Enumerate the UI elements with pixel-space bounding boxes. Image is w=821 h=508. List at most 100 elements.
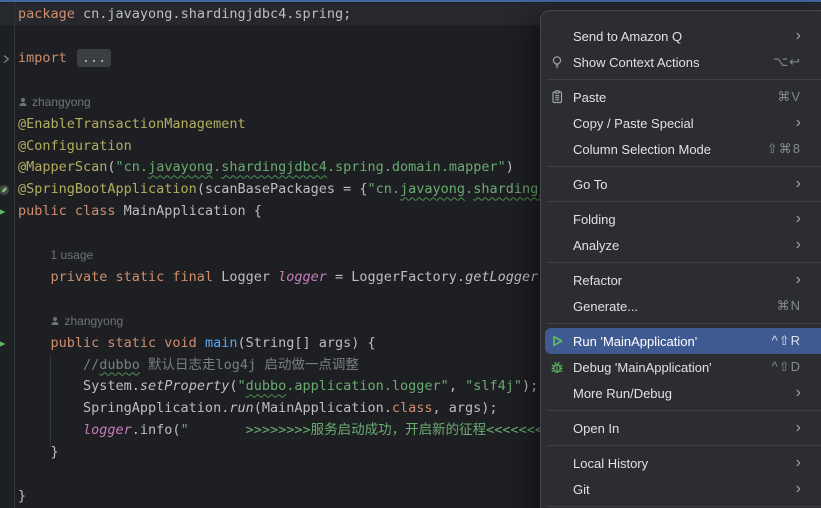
code-token: , args); [433,400,498,416]
code-token: " [237,378,245,394]
code-token: package [18,6,83,22]
submenu-arrow-icon: › [796,211,801,227]
code-token: .info( [132,422,181,438]
submenu-arrow-icon: › [796,481,801,497]
menu-item-paste[interactable]: Paste ⌘V [545,84,821,110]
code-token: shardingjdbc4 [221,159,327,175]
code-line[interactable]: public class MainApplication { [18,200,262,222]
submenu-arrow-icon: › [796,115,801,131]
menu-item-label: More Run/Debug [573,386,784,401]
code-token: , [449,378,465,394]
code-token: (MainApplication. [254,400,392,416]
menu-icon-spacer [549,420,573,436]
spring-boot-icon[interactable] [0,183,11,201]
fold-chevron-icon[interactable] [1,52,11,70]
menu-item-column-selection-mode[interactable]: Column Selection Mode⇧⌘8 [545,136,821,162]
menu-shortcut: ^⇧R [772,333,801,349]
menu-separator [547,201,821,202]
code-line[interactable]: private static final Logger logger = Log… [18,266,546,288]
menu-item-go-to[interactable]: Go To› [545,171,821,197]
menu-item-label: Paste [573,90,765,105]
code-token: } [18,488,26,504]
menu-item-refactor[interactable]: Refactor› [545,267,821,293]
code-token: . [213,159,221,175]
menu-item-run-mainapplication[interactable]: Run 'MainApplication'^⇧R [545,328,821,354]
inlay-hint[interactable]: 1 usage [18,244,93,266]
run-gutter-icon[interactable] [0,337,7,355]
code-token: dubbo [246,378,287,394]
folded-imports-region[interactable]: ... [77,49,111,67]
submenu-arrow-icon: › [796,28,801,44]
menu-item-label: Column Selection Mode [573,142,755,157]
menu-separator [547,262,821,263]
code-token: (scanBasePackages = { [197,181,368,197]
menu-item-copy-paste-special[interactable]: Copy / Paste Special › [545,110,821,136]
menu-item-show-context-actions[interactable]: Show Context Actions⌥↩ [545,49,821,75]
code-token: (String[] args) { [237,335,375,351]
menu-item-folding[interactable]: Folding › [545,206,821,232]
code-line[interactable]: //dubbo 默认日志走log4j 启动做一点调整 [18,354,359,376]
code-token: cn.javayong.shardingjdbc4.spring; [83,6,351,22]
code-line[interactable]: package cn.javayong.shardingjdbc4.spring… [18,3,351,25]
code-token: getLogger [465,269,538,285]
menu-item-more-run-debug[interactable]: More Run/Debug › [545,380,821,406]
code-token: javayong [400,181,465,197]
code-line[interactable]: } [18,441,59,463]
menu-item-label: Folding [573,212,784,227]
menu-shortcut: ^⇧D [772,359,801,375]
editor-context-menu: Send to Amazon Q › Show Context Actions⌥↩ P… [540,10,821,508]
menu-item-generate[interactable]: Generate...⌘N [545,293,821,319]
code-token: ); [522,378,538,394]
menu-item-debug-mainapplication[interactable]: Debug 'MainApplication'^⇧D [545,354,821,380]
code-line[interactable]: import ... [18,47,111,69]
inlay-hint[interactable]: zhangyong [18,310,123,332]
menu-shortcut: ⌘V [777,89,801,105]
code-line[interactable]: System.setProperty("dubbo.application.lo… [18,375,538,397]
lightbulb-icon [549,54,573,70]
debug-icon [549,359,573,375]
menu-separator [547,445,821,446]
code-line[interactable]: } [18,485,26,507]
menu-icon-spacer [549,237,573,253]
code-token: class [392,400,433,416]
menu-item-send-to-amazon-q[interactable]: Send to Amazon Q › [545,23,821,49]
menu-item-open-in[interactable]: Open In› [545,415,821,441]
code-line[interactable]: public static void main(String[] args) { [18,332,376,354]
code-line[interactable]: @MapperScan("cn.javayong.shardingjdbc4.s… [18,156,514,178]
menu-shortcut: ⌥↩ [773,54,801,70]
menu-icon-spacer [549,455,573,471]
code-token: "slf4j" [465,378,522,394]
menu-icon-spacer [549,272,573,288]
menu-shortcut: ⌘N [777,298,801,314]
code-token: import [18,50,75,66]
menu-item-analyze[interactable]: Analyze› [545,232,821,258]
code-token: @EnableTransactionManagement [18,116,246,132]
menu-separator [547,323,821,324]
menu-icon-spacer [549,481,573,497]
code-token: ( [107,159,115,175]
code-token: shardingj [473,181,546,197]
code-token: @SpringBootApplication [18,181,197,197]
code-line[interactable]: logger.info(" >>>>>>>>服务启动成功，开启新的征程<<<<<… [18,419,543,441]
inlay-hint-text: zhangyong [32,95,91,109]
code-line[interactable]: @Configuration [18,135,132,157]
inlay-hint-text: zhangyong [64,314,123,328]
code-line[interactable]: @EnableTransactionManagement [18,113,246,135]
menu-item-label: Refactor [573,273,784,288]
code-token: private static final [18,269,221,285]
inlay-hint-text: 1 usage [50,248,93,262]
code-line[interactable]: @SpringBootApplication(scanBasePackages … [18,178,546,200]
inlay-hint[interactable]: zhangyong [18,91,91,113]
run-gutter-icon[interactable] [0,205,7,223]
ide-screen: package cn.javayong.shardingjdbc4.spring… [0,0,821,508]
menu-icon-spacer [549,28,573,44]
code-token: @Configuration [18,138,132,154]
code-line[interactable]: SpringApplication.run(MainApplication.cl… [18,397,498,419]
menu-item-local-history[interactable]: Local History› [545,450,821,476]
menu-item-label: Send to Amazon Q [573,29,784,44]
menu-item-label: Copy / Paste Special [573,116,784,131]
menu-item-git[interactable]: Git› [545,476,821,502]
submenu-arrow-icon: › [796,385,801,401]
code-token: @MapperScan [18,159,107,175]
submenu-arrow-icon: › [796,420,801,436]
